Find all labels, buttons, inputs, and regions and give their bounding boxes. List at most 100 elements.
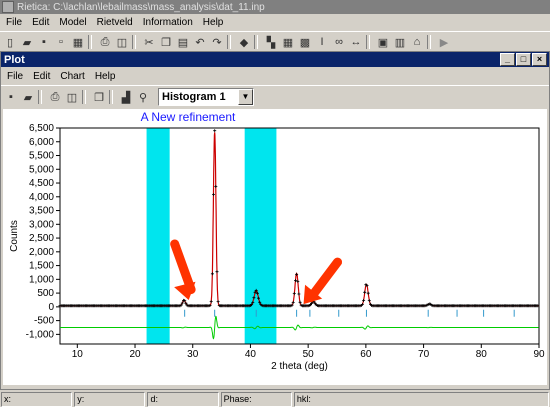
menu-model[interactable]: Model	[59, 17, 86, 28]
annotation-arrow	[303, 257, 343, 305]
y-tick-label: 1,000	[29, 274, 54, 285]
plot-menu-edit[interactable]: Edit	[33, 71, 50, 82]
structure-icon[interactable]: ▣	[376, 35, 390, 49]
y-tick-label: 2,000	[29, 247, 54, 258]
book-icon[interactable]: ◆	[237, 35, 251, 49]
x-tick-label: 60	[360, 349, 372, 360]
y-tick-label: 6,000	[29, 137, 54, 148]
difference-curve	[60, 315, 539, 340]
y-tick-label: 5,500	[29, 151, 54, 162]
plot-menu-chart[interactable]: Chart	[60, 71, 84, 82]
home-icon[interactable]: ⌂	[410, 35, 424, 49]
menu-file[interactable]: File	[6, 17, 22, 28]
chart-title: A New refinement	[141, 110, 236, 124]
y-tick-label: 4,500	[29, 178, 54, 189]
zoom-icon[interactable]: ⚲	[136, 90, 150, 104]
plot-window-title: Plot	[4, 53, 25, 66]
x-tick-label: 90	[533, 349, 545, 360]
calculated-curve	[60, 132, 539, 307]
y-tick-label: 4,000	[29, 192, 54, 203]
y-tick-label: 0	[48, 302, 54, 313]
y-tick-label: 3,500	[29, 206, 54, 217]
copy-icon[interactable]: ❐	[92, 90, 106, 104]
undo-icon[interactable]: ↶	[193, 35, 207, 49]
x-tick-label: 80	[476, 349, 488, 360]
main-menubar: File Edit Model Rietveld Information Hel…	[0, 15, 550, 30]
run-icon[interactable]: ▶	[437, 35, 451, 49]
y-tick-label: -500	[34, 316, 54, 327]
save-icon[interactable]: ▪	[37, 35, 51, 49]
layout-icon[interactable]: ▚	[264, 35, 278, 49]
histogram-select[interactable]: Histogram 1 ▼	[158, 88, 254, 106]
status-bar: x: y: d: Phase: hkl:	[0, 391, 550, 407]
link-icon[interactable]: ∞	[332, 35, 346, 49]
plot-menu-help[interactable]: Help	[95, 71, 116, 82]
copy-icon[interactable]: ❐	[159, 35, 173, 49]
app-titlebar: Rietica: C:\lachlan\lebailmass\mass_anal…	[0, 0, 550, 14]
plot-area[interactable]: A New refinement 6,500 6,000 5,500 5,000 4,50…	[3, 109, 547, 385]
status-x: x:	[1, 392, 73, 407]
open-folder-icon[interactable]: ▰	[20, 35, 34, 49]
plot-window-titlebar: Plot _ □ ×	[1, 52, 549, 67]
table-icon[interactable]: ▦	[281, 35, 295, 49]
x-tick-label: 50	[303, 349, 315, 360]
menu-help[interactable]: Help	[203, 17, 224, 28]
y-tick-label: 6,500	[29, 123, 54, 134]
powder-diffraction-chart[interactable]: A New refinement 6,500 6,000 5,500 5,000 4,50…	[3, 109, 547, 385]
x-tick-label: 40	[245, 349, 257, 360]
y-axis-label: Counts	[9, 220, 20, 252]
cursor-icon[interactable]: I	[315, 35, 329, 49]
range-icon[interactable]: ↔	[349, 35, 363, 49]
main-toolbar: ▯ ▰ ▪ ▫ ▦ ⎙ ◫ ✂ ❐ ▤ ↶ ↷ ◆ ▚ ▦ ▩ I ∞ ↔ ▣ …	[0, 31, 550, 53]
print-icon[interactable]: ⎙	[98, 35, 112, 49]
open-icon[interactable]: ▰	[21, 90, 35, 104]
new-file-icon[interactable]: ▯	[3, 35, 17, 49]
observed-points	[58, 129, 540, 308]
x-tick-label: 70	[418, 349, 430, 360]
toolbar-separator	[227, 35, 231, 49]
menu-rietveld[interactable]: Rietveld	[97, 17, 133, 28]
paste-icon[interactable]: ▤	[176, 35, 190, 49]
excluded-region	[244, 128, 277, 344]
toolbar-separator	[132, 35, 136, 49]
cut-icon[interactable]: ✂	[142, 35, 156, 49]
plot-frame	[59, 127, 540, 345]
toolbar-separator	[254, 35, 258, 49]
save-as-icon[interactable]: ▫	[54, 35, 68, 49]
x-tick-label: 10	[72, 349, 84, 360]
print-preview-icon[interactable]: ◫	[65, 90, 79, 104]
calculator-icon[interactable]: ▥	[393, 35, 407, 49]
close-button[interactable]: ×	[532, 53, 547, 66]
toolbar-separator	[82, 90, 86, 104]
menu-edit[interactable]: Edit	[32, 17, 49, 28]
excluded-region	[146, 128, 170, 344]
x-tick-label: 30	[187, 349, 199, 360]
y-tick-label: 3,000	[29, 219, 54, 230]
status-y: y:	[74, 392, 146, 407]
database-icon[interactable]: ▦	[71, 35, 85, 49]
maximize-button[interactable]: □	[516, 53, 531, 66]
redo-icon[interactable]: ↷	[210, 35, 224, 49]
annotation-arrow	[170, 239, 196, 300]
y-tick-label: -1,000	[26, 329, 55, 340]
plot-menubar: File Edit Chart Help	[1, 69, 119, 83]
save-icon[interactable]: ▪	[4, 90, 18, 104]
toolbar-separator	[88, 35, 92, 49]
print-icon[interactable]: ⎙	[48, 90, 62, 104]
print-preview-icon[interactable]: ◫	[115, 35, 129, 49]
menu-information[interactable]: Information	[143, 17, 193, 28]
arrow-shaft	[170, 239, 196, 295]
y-tick-label: 1,500	[29, 261, 54, 272]
histogram-select-value: Histogram 1	[162, 91, 226, 103]
plot-toolbar: ▪ ▰ ⎙ ◫ ❐ ▟ ⚲ Histogram 1 ▼	[1, 85, 549, 108]
chevron-down-icon[interactable]: ▼	[238, 89, 253, 105]
y-tick-label: 2,500	[29, 233, 54, 244]
arrow-shaft	[306, 257, 343, 303]
grid-icon[interactable]: ▩	[298, 35, 312, 49]
status-d: d:	[147, 392, 219, 407]
chart-icon[interactable]: ▟	[119, 90, 133, 104]
minimize-button[interactable]: _	[500, 53, 515, 66]
plot-menu-file[interactable]: File	[7, 71, 23, 82]
x-axis-label: 2 theta (deg)	[271, 361, 328, 372]
observed-marks	[58, 129, 540, 308]
